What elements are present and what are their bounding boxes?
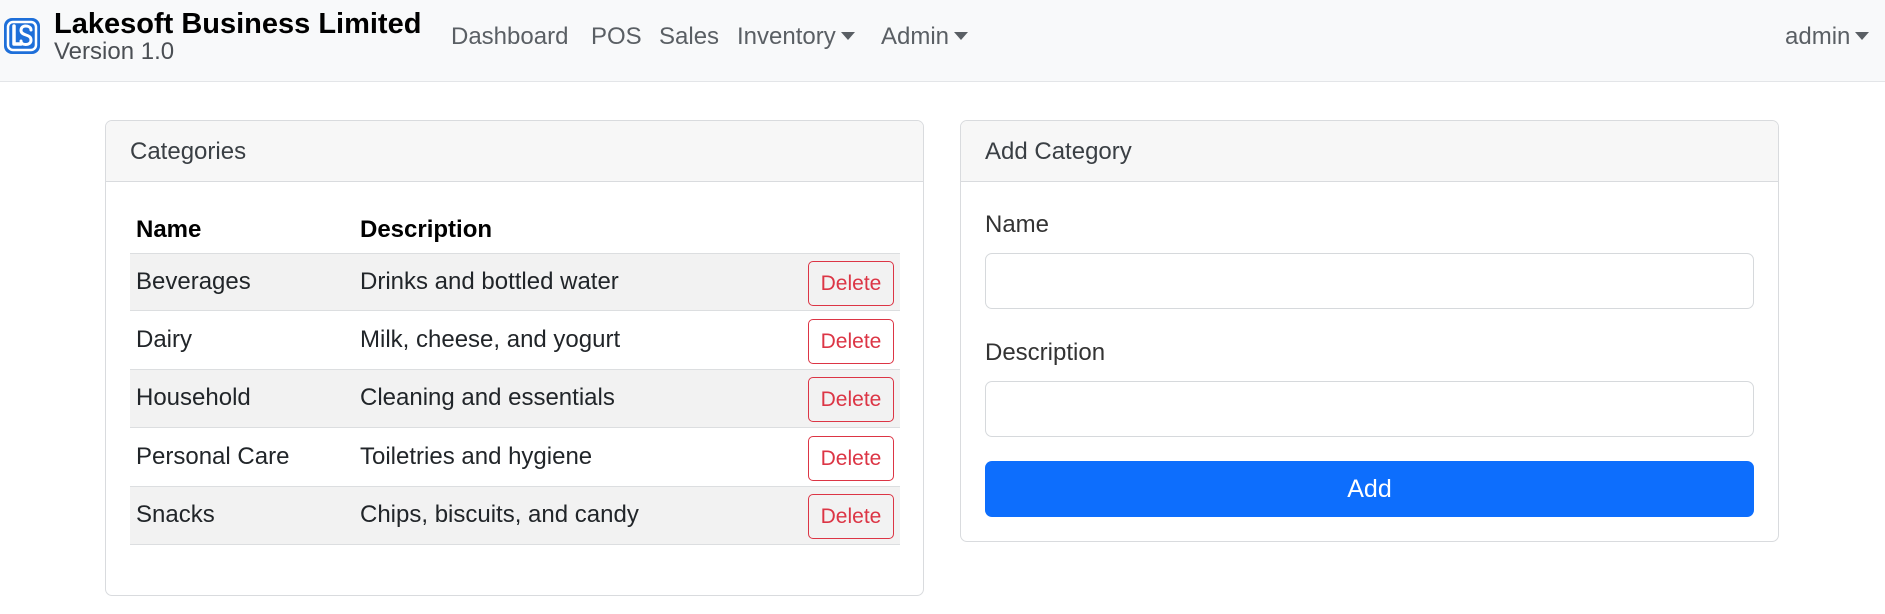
category-description: Cleaning and essentials xyxy=(360,384,615,411)
navbar: Lakesoft Business Limited Version 1.0 Da… xyxy=(0,0,1885,82)
nav-dashboard-label: Dashboard xyxy=(451,23,569,50)
nav-sales[interactable]: Sales xyxy=(659,21,719,53)
add-button[interactable]: Add xyxy=(985,461,1754,517)
nav-admin-label: Admin xyxy=(881,23,950,50)
column-header-name: Name xyxy=(136,216,202,243)
delete-button[interactable]: Delete xyxy=(808,436,894,481)
caret-down-icon xyxy=(1855,31,1870,40)
delete-button[interactable]: Delete xyxy=(808,261,894,306)
category-description: Drinks and bottled water xyxy=(360,268,619,295)
nav-pos[interactable]: POS xyxy=(591,21,642,53)
nav-inventory-dropdown[interactable]: Inventory xyxy=(737,21,855,53)
category-name: Snacks xyxy=(136,501,215,528)
lakesoft-logo-icon[interactable] xyxy=(3,17,41,55)
categories-card-header: Categories xyxy=(106,121,923,182)
description-input[interactable] xyxy=(985,381,1754,437)
add-category-title: Add Category xyxy=(985,138,1132,165)
category-description: Chips, biscuits, and candy xyxy=(360,501,639,528)
category-name: Household xyxy=(136,384,251,411)
table-row: Personal Care Toiletries and hygiene Del… xyxy=(130,429,900,487)
table-row: Dairy Milk, cheese, and yogurt Delete xyxy=(130,312,900,370)
category-name: Personal Care xyxy=(136,443,290,470)
category-name: Dairy xyxy=(136,326,193,353)
brand-version: Version 1.0 xyxy=(54,38,175,65)
brand-title[interactable]: Lakesoft Business Limited xyxy=(54,7,421,41)
table-row: Household Cleaning and essentials Delete xyxy=(130,370,900,428)
nav-dashboard[interactable]: Dashboard xyxy=(451,21,568,53)
column-header-description: Description xyxy=(360,216,493,243)
nav-inventory-label: Inventory xyxy=(737,23,836,50)
user-menu-label: admin xyxy=(1785,23,1851,50)
name-input[interactable] xyxy=(985,253,1754,309)
table-row: Beverages Drinks and bottled water Delet… xyxy=(130,253,900,311)
categories-title: Categories xyxy=(130,138,247,165)
delete-button[interactable]: Delete xyxy=(808,319,894,364)
user-menu-dropdown[interactable]: admin xyxy=(1785,21,1870,53)
description-field-label: Description xyxy=(985,339,1106,366)
caret-down-icon xyxy=(954,31,969,40)
caret-down-icon xyxy=(840,31,855,40)
nav-admin-dropdown[interactable]: Admin xyxy=(881,21,969,53)
delete-button[interactable]: Delete xyxy=(808,494,894,539)
nav-sales-label: Sales xyxy=(659,23,720,50)
category-description: Milk, cheese, and yogurt xyxy=(360,326,621,353)
name-field-label: Name xyxy=(985,211,1050,238)
delete-button[interactable]: Delete xyxy=(808,377,894,422)
category-name: Beverages xyxy=(136,268,251,295)
category-description: Toiletries and hygiene xyxy=(360,443,593,470)
table-row: Snacks Chips, biscuits, and candy Delete xyxy=(130,487,900,545)
nav-pos-label: POS xyxy=(591,23,642,50)
add-category-card-header: Add Category xyxy=(961,121,1778,182)
